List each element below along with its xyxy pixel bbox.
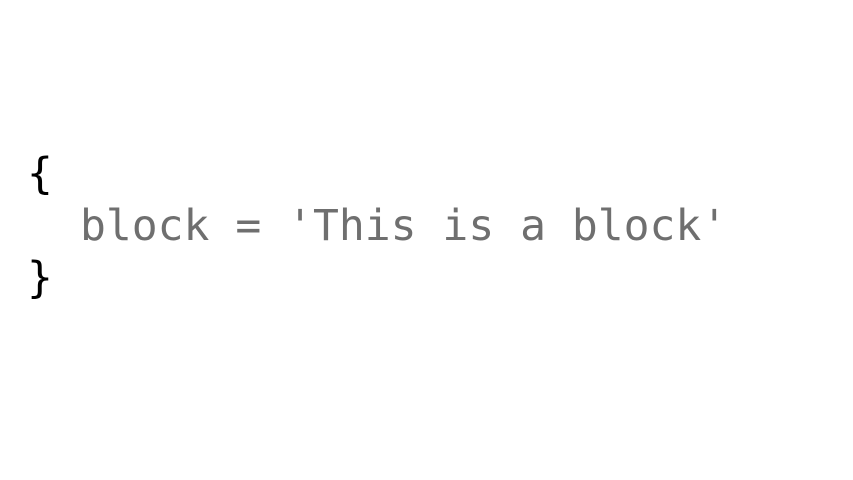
code-canvas: { block = 'This is a block' } <box>0 0 853 480</box>
open-brace: { <box>27 149 53 199</box>
close-brace: } <box>27 253 53 303</box>
block-assignment-line: block = 'This is a block' <box>80 201 728 251</box>
